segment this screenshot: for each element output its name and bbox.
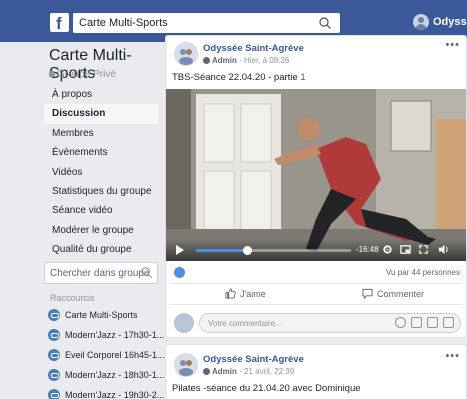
global-search-input[interactable]: Carte Multi-Sports [73, 13, 340, 33]
fullscreen-icon[interactable] [418, 244, 429, 255]
nav-item[interactable]: Vidéos [44, 163, 158, 182]
video-progress[interactable] [196, 246, 351, 255]
progress-fill [196, 249, 248, 252]
play-icon[interactable] [176, 245, 184, 255]
post-text: TBS-Séance 22.04.20 - partie 1 [172, 72, 306, 83]
search-icon[interactable] [140, 266, 153, 279]
shortcut-item[interactable]: Carte Multi-Sports [48, 305, 166, 325]
search-value: Carte Multi-Sports [79, 17, 168, 29]
user-avatar[interactable] [413, 14, 429, 30]
comment-button[interactable]: Commenter [362, 288, 424, 299]
post-author[interactable]: Odyssée Saint-Agrève [203, 43, 304, 54]
lock-icon [49, 71, 55, 78]
post-text: Pilates -séance du 21.04.20 avec Dominiq… [172, 383, 361, 394]
facebook-logo[interactable]: f [50, 13, 69, 33]
video-controls: -16:48 [166, 239, 466, 261]
video-time: -16:48 [356, 245, 379, 254]
like-button[interactable]: J'aime [225, 288, 266, 299]
shortcut-label: Eveil Corporel 16h45-1... [65, 350, 165, 360]
admin-icon [203, 368, 210, 376]
commenter-avatar [174, 313, 194, 333]
progress-handle[interactable] [243, 246, 253, 255]
shortcut-item[interactable]: Modern'Jazz - 19h30-2... [48, 385, 166, 399]
group-icon [48, 329, 60, 341]
group-icon [48, 349, 60, 361]
post-stats: Vu par 44 personnes [166, 264, 466, 281]
author-avatar[interactable] [174, 42, 198, 66]
nav-item[interactable]: Qualité du groupe [44, 240, 158, 259]
group-sidebar: Carte Multi-Sports Groupe Privé À propos… [0, 42, 165, 399]
gif-icon[interactable] [427, 317, 438, 328]
emoji-icon[interactable] [395, 317, 406, 328]
nav-item[interactable]: À propos [44, 85, 158, 104]
comment-composer: Votre commentaire... [166, 311, 466, 337]
nav-item[interactable]: Modérer le groupe [44, 221, 158, 240]
post-card: Odyssée Saint-Agrève Admin · 21 avril, 2… [165, 344, 467, 399]
post-time[interactable]: 21 avril, 22:39 [244, 367, 294, 376]
camera-icon[interactable] [411, 317, 422, 328]
nav-item[interactable]: Séance vidéo [44, 201, 158, 220]
group-privacy: Groupe Privé [49, 69, 116, 80]
shortcut-label: Carte Multi-Sports [65, 310, 138, 320]
thumbs-up-icon [225, 288, 236, 299]
comment-placeholder: Votre commentaire... [208, 319, 282, 328]
admin-icon [203, 57, 210, 65]
group-search-input[interactable]: Chercher dans groupe [44, 262, 158, 284]
video-player[interactable]: -16:48 [166, 89, 466, 261]
sticker-icon[interactable] [443, 317, 454, 328]
view-count[interactable]: Vu par 44 personnes [386, 268, 460, 277]
nav-item[interactable]: Membres [44, 124, 158, 143]
like-reaction-icon[interactable] [174, 267, 185, 278]
search-icon[interactable] [318, 16, 332, 30]
post-card: Odyssée Saint-Agrève Admin · Hier, à 09:… [165, 35, 467, 338]
nav-item[interactable]: Statistiques du groupe [44, 182, 158, 201]
shortcuts-title: Raccourcis [50, 293, 95, 303]
volume-icon[interactable] [438, 244, 449, 255]
more-options-icon[interactable]: ••• [445, 39, 460, 51]
post-actions: J'aime Commenter [170, 283, 462, 305]
settings-icon[interactable] [382, 244, 393, 255]
group-icon [48, 309, 60, 321]
shortcut-label: Modern'Jazz - 18h30-1... [65, 370, 165, 380]
shortcut-item[interactable]: Eveil Corporel 16h45-1... [48, 345, 166, 365]
shortcut-item[interactable]: Modern'Jazz - 17h30-1... [48, 325, 166, 345]
post-meta: Admin · 21 avril, 22:39 [203, 367, 294, 376]
group-nav: À propos Discussion Membres Évènements Vidéo… [44, 85, 158, 260]
shortcuts-list: Carte Multi-Sports Modern'Jazz - 17h30-1.… [48, 305, 166, 399]
group-icon [48, 389, 60, 399]
picture-in-picture-icon[interactable] [400, 244, 411, 255]
shortcut-item[interactable]: Modern'Jazz - 18h30-1... [48, 365, 166, 385]
comment-input[interactable]: Votre commentaire... [199, 313, 461, 333]
group-search-placeholder: Chercher dans groupe [50, 268, 150, 279]
post-meta: Admin · Hier, à 09:26 [203, 56, 289, 65]
post-time[interactable]: Hier, à 09:26 [244, 56, 289, 65]
more-options-icon[interactable]: ••• [445, 350, 460, 362]
nav-item[interactable]: Évènements [44, 143, 158, 162]
video-frame [166, 89, 466, 261]
post-author[interactable]: Odyssée Saint-Agrève [203, 354, 304, 365]
user-name[interactable]: Odyssée [433, 16, 467, 28]
group-icon [48, 369, 60, 381]
nav-item[interactable]: Discussion [44, 104, 158, 124]
shortcut-label: Modern'Jazz - 19h30-2... [65, 390, 165, 399]
shortcut-label: Modern'Jazz - 17h30-1... [65, 330, 165, 340]
comment-icon [362, 288, 373, 299]
author-avatar[interactable] [174, 353, 198, 377]
